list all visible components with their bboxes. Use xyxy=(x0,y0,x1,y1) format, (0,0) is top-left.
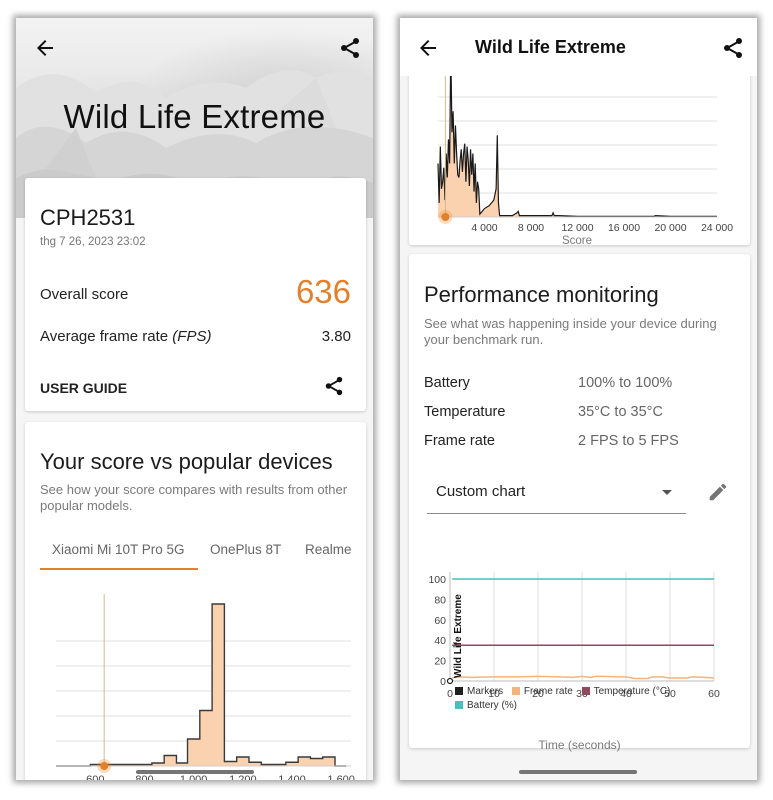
run-date: thg 7 26, 2023 23:02 xyxy=(40,236,146,248)
marker-label: Wild Life Extreme xyxy=(453,594,464,678)
share-icon[interactable] xyxy=(721,36,745,60)
stat-temperature-label: Temperature xyxy=(424,404,506,420)
x-tick-label: 24 000 xyxy=(701,222,733,234)
fps-unit: (FPS) xyxy=(172,328,212,345)
x-tick-label: 1 400 xyxy=(278,774,306,780)
legend-swatch-temperature xyxy=(581,687,590,695)
x-tick-label: 12 000 xyxy=(561,222,593,234)
x-axis-title: Score xyxy=(562,235,592,245)
stat-frame-rate-label: Frame rate xyxy=(424,433,495,449)
legend-item-battery[interactable]: Battery (%) xyxy=(455,700,517,711)
tab-oneplus-8t[interactable]: OnePlus 8T xyxy=(210,542,281,557)
app-bar-title: Wild Life Extreme xyxy=(475,37,626,57)
tab-xiaomi-mi-10t-pro-5g[interactable]: Xiaomi Mi 10T Pro 5G xyxy=(52,542,185,557)
overall-score-label: Overall score xyxy=(40,286,129,303)
app-bar: Wild Life Extreme xyxy=(400,18,757,76)
stat-temperature-value: 35°C to 35°C xyxy=(578,404,663,420)
benchmark-title: Wild Life Extreme xyxy=(63,98,326,135)
user-guide-link[interactable]: USER GUIDE xyxy=(40,380,127,396)
legend-label-frame-rate: Frame rate xyxy=(523,686,573,697)
x-tick-label: 800 xyxy=(135,774,153,780)
performance-title: Performance monitoring xyxy=(424,282,659,307)
device-tabs: Xiaomi Mi 10T Pro 5G OnePlus 8T Realme xyxy=(40,542,360,572)
your-score-marker xyxy=(100,762,109,770)
histogram-bar xyxy=(298,757,310,766)
score-card: CPH2531 thg 7 26, 2023 23:02 Overall sco… xyxy=(25,178,366,411)
time-axis-title: Time (seconds) xyxy=(538,738,621,752)
marker-point xyxy=(446,677,454,685)
comparison-histogram: 600 800 1 000 1 200 1 400 1 600 xyxy=(56,594,355,780)
y-tick-label: 100 xyxy=(428,574,446,586)
selected-tab-indicator xyxy=(40,568,198,570)
score-distribution-chart: 4 000 8 000 12 000 16 000 20 000 24 000 Score xyxy=(437,58,733,245)
stat-battery-label: Battery xyxy=(424,375,470,391)
legend-item-markers[interactable]: Markers xyxy=(455,686,503,697)
legend-swatch-battery xyxy=(455,701,463,709)
fps-label: Average frame rate (FPS) xyxy=(40,328,211,345)
x-tick-label: 8 000 xyxy=(518,222,544,234)
x-tick-label: 600 xyxy=(86,774,104,780)
gesture-nav-bar[interactable] xyxy=(519,770,637,774)
histogram-bar xyxy=(237,757,249,766)
dropdown-caret-icon xyxy=(662,490,672,495)
x-tick-label: 1 000 xyxy=(180,774,208,780)
y-tick-label: 0 xyxy=(440,676,446,688)
overall-score-value: 636 xyxy=(295,273,351,310)
gesture-nav-bar[interactable] xyxy=(136,770,254,774)
performance-monitoring-card: Performance monitoring See what was happ… xyxy=(409,254,750,752)
legend-swatch-frame-rate xyxy=(511,687,520,695)
pencil-icon[interactable] xyxy=(707,481,729,503)
result-screen: Wild Life Extreme CPH2531 thg 7 26, 2023… xyxy=(16,18,373,780)
comparison-title: Your score vs popular devices xyxy=(40,449,333,474)
performance-screen: 4 000 8 000 12 000 16 000 20 000 24 000 Score … xyxy=(400,18,757,780)
histogram-bar xyxy=(188,739,200,766)
chart-type-dropdown[interactable]: Custom chart xyxy=(427,476,686,514)
histogram-bar xyxy=(212,604,224,766)
chart-legend: Markers Frame rate Temperature (°C) Batt… xyxy=(455,686,745,714)
x-tick-label: 16 000 xyxy=(608,222,640,234)
fps-label-text: Average frame rate xyxy=(40,328,169,345)
legend-label-battery: Battery (%) xyxy=(467,700,518,711)
x-tick-label: 0 xyxy=(447,688,453,700)
comparison-card: Your score vs popular devices See how yo… xyxy=(25,422,366,780)
legend-item-frame-rate[interactable]: Frame rate xyxy=(511,686,573,697)
y-tick-label: 20 xyxy=(434,656,446,668)
y-tick-label: 40 xyxy=(434,635,446,647)
histogram-bar xyxy=(164,756,176,767)
histogram-bar xyxy=(310,759,322,767)
your-score-marker xyxy=(441,213,450,221)
performance-description: See what was happening inside your devic… xyxy=(424,316,717,347)
stat-frame-rate-value: 2 FPS to 5 FPS xyxy=(578,433,679,449)
series-line-frame-rate xyxy=(452,675,715,680)
x-tick-label: 4 000 xyxy=(471,222,497,234)
histogram-bar xyxy=(323,757,335,766)
x-tick-label: 1 600 xyxy=(327,774,355,780)
legend-swatch-markers xyxy=(455,687,463,695)
y-tick-label: 80 xyxy=(434,594,446,606)
comparison-description: See how your score compares with results… xyxy=(40,482,348,513)
back-arrow-icon[interactable] xyxy=(416,36,440,60)
fps-value: 3.80 xyxy=(321,328,351,345)
x-tick-label: 20 000 xyxy=(654,222,686,234)
legend-item-temperature[interactable]: Temperature (°C) xyxy=(581,686,671,697)
back-arrow-icon[interactable] xyxy=(33,36,57,60)
legend-label-markers: Markers xyxy=(467,686,504,697)
x-tick-label: 1 200 xyxy=(229,774,257,780)
share-icon[interactable] xyxy=(338,36,362,60)
share-result-icon[interactable] xyxy=(323,375,345,397)
chart-type-selected: Custom chart xyxy=(436,483,526,500)
y-tick-label: 60 xyxy=(434,615,446,627)
histogram-bar xyxy=(200,711,212,767)
device-name: CPH2531 xyxy=(40,205,136,230)
tab-realme[interactable]: Realme xyxy=(305,542,352,557)
stat-battery-value: 100% to 100% xyxy=(578,375,673,391)
score-distribution-card: 4 000 8 000 12 000 16 000 20 000 24 000 Score xyxy=(409,58,750,245)
legend-label-temperature: Temperature (°C) xyxy=(593,686,671,697)
